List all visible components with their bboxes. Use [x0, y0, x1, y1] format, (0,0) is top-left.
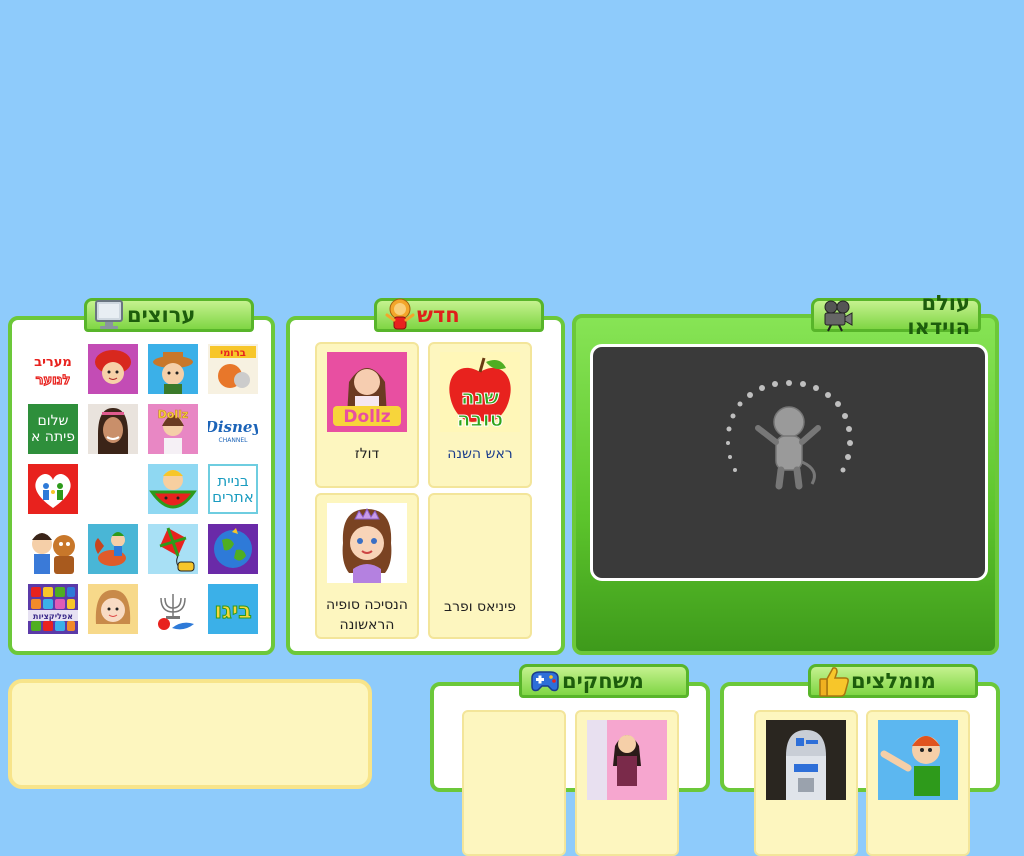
svg-text:Dollz: Dollz — [343, 407, 390, 427]
channel-girl-cartoon[interactable] — [88, 584, 138, 634]
channel-family-heart[interactable] — [28, 464, 78, 514]
channel-cowboy-kid[interactable] — [148, 344, 198, 394]
loading-spinner-icon — [726, 380, 853, 490]
apps-icon: אפליקציות — [28, 584, 78, 634]
thumbs-up-icon — [819, 667, 849, 697]
svg-text:שנה: שנה — [461, 385, 499, 409]
channel-dollz[interactable]: Dollz — [148, 404, 198, 454]
apple-greeting-thumbnail: שנה טובה — [440, 352, 520, 432]
video-world-title: עולם הוידאו — [907, 291, 970, 339]
maariv-youth-logo: מעריב לנוער — [28, 344, 78, 394]
new-panel: שנה טובה ראש השנה Dollz דולז פיניאס ופרב… — [286, 316, 565, 655]
new-item-label: פיניאס ופרב — [443, 599, 517, 615]
channel-watermelon-kid[interactable] — [148, 464, 198, 514]
cowboy-kid-icon — [148, 344, 198, 394]
new-item-sofia[interactable]: הנסיכה סופיה הראשונה — [315, 493, 419, 639]
channels-title: ערוצים — [127, 303, 196, 327]
video-player[interactable] — [590, 344, 988, 581]
games-tab[interactable]: משחקים — [519, 664, 689, 698]
girl-portrait-icon — [88, 404, 138, 454]
channel-site-building[interactable]: בניית אתרים — [208, 464, 258, 514]
channel-horse-rider[interactable] — [88, 524, 138, 574]
new-item-phineas-ferb[interactable]: פיניאס ופרב — [428, 493, 532, 639]
watermelon-kid-icon — [148, 464, 198, 514]
recommended-title: מומלצים — [851, 669, 936, 693]
svg-text:Dollz: Dollz — [158, 408, 189, 421]
channel-empty — [88, 464, 138, 514]
channel-girl-portrait[interactable] — [88, 404, 138, 454]
channels-panel: ברומי מעריב לנוער DisneyCHANNEL Dollz שלו… — [8, 316, 275, 655]
channel-red-hat-girl[interactable] — [88, 344, 138, 394]
svg-text:מעריב: מעריב — [34, 355, 72, 370]
recommended-item-boy[interactable] — [866, 710, 970, 856]
new-item-label: דולז — [354, 446, 380, 462]
dollz-icon: Dollz — [148, 404, 198, 454]
dress-up-game-thumbnail — [587, 720, 667, 800]
channel-shalom-pita[interactable]: שלום פיתה א — [28, 404, 78, 454]
channel-disney[interactable]: DisneyCHANNEL — [204, 404, 262, 454]
svg-text:Disney: Disney — [208, 418, 258, 436]
horse-rider-icon — [88, 524, 138, 574]
games-title: משחקים — [562, 669, 644, 693]
computer-monitor-icon — [95, 300, 123, 329]
games-panel — [430, 682, 710, 856]
channel-globe[interactable] — [208, 524, 258, 574]
game-item-empty[interactable] — [462, 710, 566, 856]
channel-bigi[interactable]: ביגו — [208, 584, 258, 634]
shalom-pita-label: שלום פיתה א — [30, 413, 76, 445]
globe-icon — [208, 524, 258, 574]
svg-text:אפליקציות: אפליקציות — [33, 612, 73, 621]
new-title: חדש — [417, 303, 460, 327]
new-item-label: ראש השנה — [447, 446, 513, 462]
r2d2-robot-thumbnail — [766, 720, 846, 800]
channel-kite[interactable] — [148, 524, 198, 574]
new-tab[interactable]: חדש — [374, 298, 544, 332]
game-item-dress-up[interactable] — [575, 710, 679, 856]
channel-bromi[interactable]: ברומי — [208, 344, 258, 394]
menorah-icon — [148, 584, 198, 634]
video-world-panel — [572, 314, 999, 655]
kite-icon — [148, 524, 198, 574]
disney-channel-logo: DisneyCHANNEL — [204, 404, 262, 454]
bigi-logo: ביגו — [208, 584, 258, 634]
recommended-panel — [720, 682, 1000, 856]
svg-text:לנוער: לנוער — [36, 373, 71, 388]
svg-text:טובה: טובה — [457, 407, 503, 431]
new-item-label: הנסיכה סופיה הראשונה — [326, 597, 408, 633]
princess-sofia-thumbnail — [327, 503, 407, 583]
channel-kids-animation[interactable] — [28, 524, 78, 574]
svg-text:ביגו: ביגו — [214, 599, 251, 624]
svg-text:ברומי: ברומי — [220, 348, 246, 359]
movie-camera-icon — [824, 300, 853, 332]
girl-cartoon-icon — [88, 584, 138, 634]
channel-maariv-youth[interactable]: מעריב לנוער — [28, 344, 78, 394]
dollz-girl-thumbnail: Dollz — [327, 352, 407, 432]
family-heart-icon — [28, 464, 78, 514]
svg-text:CHANNEL: CHANNEL — [219, 437, 249, 444]
lion-mascot-icon — [385, 298, 415, 330]
site-building-label: בניית אתרים — [212, 472, 254, 506]
channels-tab[interactable]: ערוצים — [84, 298, 254, 332]
kids-animation-icon — [28, 524, 78, 574]
red-hat-girl-icon — [88, 344, 138, 394]
channel-apps[interactable]: אפליקציות — [28, 584, 78, 634]
empty-yellow-panel — [8, 679, 372, 789]
new-item-dollz[interactable]: Dollz דולז — [315, 342, 419, 488]
new-item-rosh-hashana[interactable]: שנה טובה ראש השנה — [428, 342, 532, 488]
bromi-icon: ברומי — [208, 344, 258, 394]
recommended-item-robot[interactable] — [754, 710, 858, 856]
recommended-tab[interactable]: מומלצים — [808, 664, 978, 698]
boy-waving-thumbnail — [878, 720, 958, 800]
gamepad-icon — [531, 671, 559, 692]
channel-menorah[interactable] — [148, 584, 198, 634]
video-world-tab[interactable]: עולם הוידאו — [811, 291, 981, 339]
